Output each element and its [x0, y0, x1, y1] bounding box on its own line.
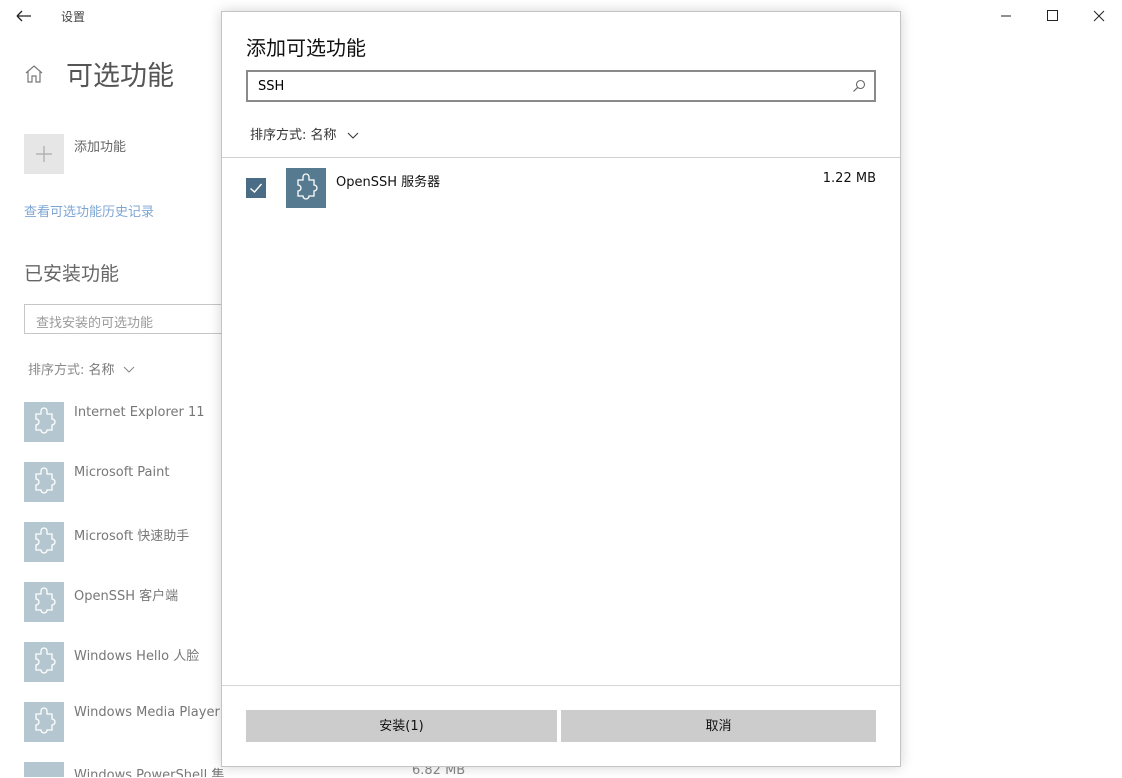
- puzzle-tile: [24, 582, 64, 622]
- puzzle-icon: [35, 527, 56, 554]
- page-title: 可选功能: [66, 61, 174, 92]
- chevron-down-icon: [123, 366, 135, 373]
- item-name: OpenSSH 客户端: [74, 589, 179, 604]
- install-button[interactable]: 安装(1): [246, 710, 557, 742]
- puzzle-tile: [24, 402, 64, 442]
- back-arrow-icon: [16, 10, 31, 22]
- item-name: Microsoft 快速助手: [74, 529, 190, 544]
- list-item[interactable]: Windows PowerShell 集成脚本环境: [24, 762, 224, 777]
- puzzle-tile: [24, 462, 64, 502]
- home-button[interactable]: [22, 62, 46, 86]
- sort-value: 名称: [310, 128, 337, 143]
- list-item[interactable]: Windows Hello 人脸: [24, 642, 224, 682]
- installed-sort-dropdown[interactable]: 排序方式: 名称: [28, 359, 135, 378]
- puzzle-tile: [24, 642, 64, 682]
- maximize-button[interactable]: [1029, 0, 1075, 32]
- history-link[interactable]: 查看可选功能历史记录: [24, 201, 154, 220]
- list-item[interactable]: OpenSSH 客户端: [24, 582, 224, 622]
- dialog-title: 添加可选功能: [246, 36, 366, 60]
- plus-icon: [36, 146, 52, 162]
- feature-search-input[interactable]: [248, 72, 848, 100]
- puzzle-icon: [297, 173, 318, 200]
- maximize-icon: [1047, 10, 1058, 21]
- list-item[interactable]: Internet Explorer 11: [24, 402, 224, 442]
- item-name: Windows Media Player: [74, 705, 220, 720]
- checkmark-icon: [250, 183, 263, 193]
- item-name: Microsoft Paint: [74, 465, 170, 480]
- divider: [222, 157, 900, 158]
- item-name: Internet Explorer 11: [74, 405, 205, 420]
- chevron-down-icon: [347, 132, 359, 139]
- puzzle-tile: [24, 522, 64, 562]
- item-name: Windows Hello 人脸: [74, 649, 200, 664]
- sort-label: 排序方式:: [250, 128, 307, 143]
- sort-label: 排序方式:: [28, 363, 85, 378]
- back-button[interactable]: [8, 4, 40, 28]
- close-button[interactable]: [1075, 0, 1121, 32]
- add-optional-feature-dialog: 添加可选功能 排序方式: 名称 OpenSSH 服务器 1.22 MB 安装(1…: [221, 11, 901, 767]
- list-item[interactable]: Windows Media Player: [24, 702, 224, 742]
- installed-search-placeholder: 查找安装的可选功能: [36, 316, 154, 331]
- puzzle-tile: [24, 702, 64, 742]
- list-item[interactable]: Microsoft 快速助手: [24, 522, 224, 562]
- installed-search-input[interactable]: 查找安装的可选功能: [24, 304, 224, 334]
- search-icon[interactable]: [852, 79, 866, 93]
- home-icon: [25, 65, 43, 83]
- installed-features-heading: 已安装功能: [24, 263, 120, 285]
- feature-size: 1.22 MB: [822, 171, 876, 186]
- sort-value: 名称: [88, 363, 115, 378]
- puzzle-icon: [35, 467, 56, 494]
- puzzle-icon: [35, 407, 56, 434]
- add-feature-button[interactable]: [24, 134, 64, 174]
- puzzle-tile: [286, 168, 326, 208]
- puzzle-icon: [35, 647, 56, 674]
- feature-checkbox[interactable]: [246, 178, 266, 198]
- dialog-sort-dropdown[interactable]: 排序方式: 名称: [250, 124, 359, 143]
- minimize-icon: [1001, 15, 1011, 17]
- feature-result-row[interactable]: OpenSSH 服务器 1.22 MB: [246, 168, 876, 210]
- list-item[interactable]: Microsoft Paint: [24, 462, 224, 502]
- app-title: 设置: [61, 10, 86, 24]
- footer-divider: [222, 685, 900, 686]
- feature-name: OpenSSH 服务器: [336, 175, 441, 190]
- minimize-button[interactable]: [983, 0, 1029, 32]
- puzzle-icon: [35, 707, 56, 734]
- puzzle-tile: [24, 762, 64, 777]
- feature-search-box[interactable]: [246, 70, 876, 102]
- item-name: Windows PowerShell 集成脚本环境: [74, 768, 224, 777]
- close-icon: [1093, 10, 1105, 22]
- cancel-button[interactable]: 取消: [561, 710, 876, 742]
- puzzle-icon: [35, 587, 56, 614]
- add-feature-label[interactable]: 添加功能: [74, 136, 126, 155]
